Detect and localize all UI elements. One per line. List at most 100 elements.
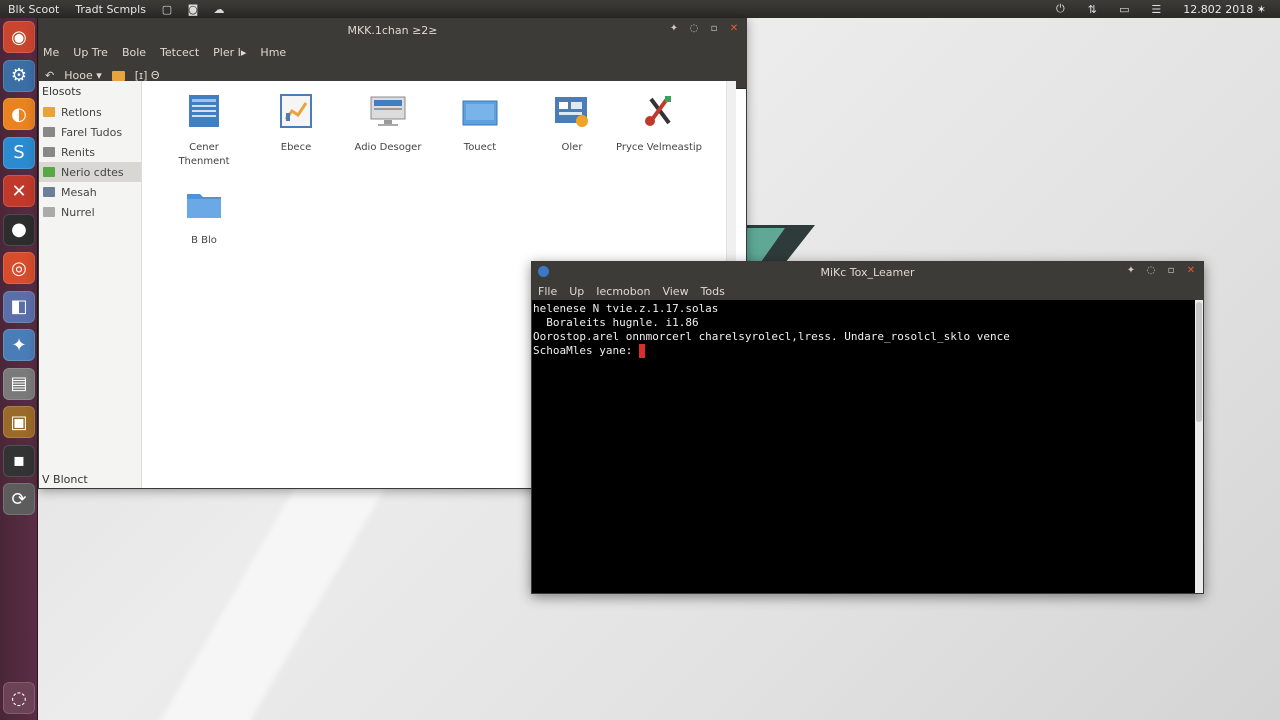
file-item[interactable]: Ebece: [251, 93, 341, 155]
keyboard-icon[interactable]: ▭: [1117, 2, 1131, 16]
cloud-icon[interactable]: ☁: [212, 2, 226, 16]
launcher-trash-icon[interactable]: ◌: [3, 682, 35, 714]
terminal-titlebar[interactable]: MiKc Tox_Leamer ✦ ◌ ▫ ✕: [532, 262, 1203, 282]
terminal-menu-item[interactable]: Flle: [538, 285, 557, 298]
file-item-label: B Blo: [191, 235, 217, 246]
terminal-scrollbar-thumb[interactable]: [1196, 302, 1202, 422]
document-icon: [43, 147, 55, 157]
settings-icon[interactable]: ☰: [1149, 2, 1163, 16]
file-manager-menubar: Me Up Tre Bole Tetcect Pler I▸ Hme: [39, 41, 746, 63]
document-icon: [43, 127, 55, 137]
sidebar-item-label: Nurrel: [61, 205, 95, 219]
terminal-scrollbar[interactable]: [1195, 300, 1203, 593]
launcher-chrome-icon[interactable]: ◎: [3, 252, 35, 284]
sidebar-header: Elosots: [42, 85, 82, 98]
folder-icon[interactable]: [111, 70, 125, 81]
sidebar-footer[interactable]: V Blonct: [42, 473, 88, 486]
file-item[interactable]: Pryce Velmeastip: [604, 93, 714, 155]
sidebar-item[interactable]: Nurrel: [39, 202, 141, 222]
launcher-drive-icon[interactable]: ▤: [3, 367, 35, 400]
document-icon: [186, 93, 222, 129]
sidebar-item-label: Mesah: [61, 185, 97, 199]
file-item-label: Pryce Velmeastip: [616, 142, 702, 153]
sidebar-item-label: Retlons: [61, 105, 102, 119]
terminal-app-icon: [538, 266, 549, 277]
fm-menu-item[interactable]: Bole: [122, 46, 146, 59]
maximize-icon[interactable]: ▫: [708, 23, 720, 35]
terminal-menu-item[interactable]: View: [662, 285, 688, 298]
terminal-menu-item[interactable]: Tods: [701, 285, 725, 298]
sidebar-item[interactable]: Renits: [39, 142, 141, 162]
terminal-cursor: [638, 344, 645, 358]
folder-icon[interactable]: ▢: [160, 2, 174, 16]
file-manager-sidebar: Elosots Retlons Farel Tudos Renits Nerio…: [39, 81, 142, 488]
terminal-prompt: SchoaMles yane:: [533, 344, 639, 357]
close-icon[interactable]: ✕: [1185, 265, 1197, 277]
chart-doc-icon: [278, 93, 314, 129]
launcher-firefox-icon[interactable]: ◐: [3, 98, 35, 130]
launcher-dash-icon[interactable]: ◉: [3, 21, 35, 53]
pin-icon[interactable]: ✦: [668, 23, 680, 35]
launcher-terminal-icon[interactable]: S: [3, 136, 35, 169]
file-item[interactable]: Adio Desoger: [343, 93, 433, 155]
maximize-icon[interactable]: ▫: [1165, 265, 1177, 277]
top-panel-app-name[interactable]: Blk Scoot: [0, 3, 67, 16]
file-item[interactable]: B Blo: [159, 186, 249, 248]
top-panel: Blk Scoot Tradt Scmpls ▢ ◙ ☁ ⏻ ⇅ ▭ ☰ 12.…: [0, 0, 1280, 18]
sidebar-item-label: Renits: [61, 145, 95, 159]
launcher-settings-icon[interactable]: ✦: [3, 329, 35, 361]
launcher-calculator-icon[interactable]: ▪: [3, 444, 35, 477]
launcher-archive-icon[interactable]: ▣: [3, 406, 35, 438]
sidebar-item[interactable]: Retlons: [39, 102, 141, 122]
file-item[interactable]: Cener Thenment: [159, 93, 249, 169]
tools-icon: [641, 93, 677, 129]
file-item-label: Adio Desoger: [354, 142, 422, 153]
minimize-icon[interactable]: ◌: [1145, 265, 1157, 277]
pin-icon[interactable]: ✦: [1125, 265, 1137, 277]
check-icon: [43, 167, 55, 177]
terminal-title: MiKc Tox_Leamer: [820, 265, 915, 279]
launcher: ◉ ⚙ ◐ S ✕ ● ◎ ◧ ✦ ▤ ▣ ▪ ⟳ ◌: [0, 18, 38, 720]
terminal-line: helenese N tvie.z.1.17.solas: [533, 302, 719, 315]
folder-icon: [186, 186, 222, 222]
launcher-people-icon[interactable]: ◧: [3, 290, 35, 323]
fm-menu-item[interactable]: Pler I▸: [213, 46, 246, 59]
file-item[interactable]: Touect: [435, 93, 525, 155]
launcher-update-icon[interactable]: ⟳: [3, 483, 35, 515]
launcher-files-icon[interactable]: ⚙: [3, 59, 35, 92]
fm-menu-item[interactable]: Hme: [260, 46, 286, 59]
power-icon[interactable]: ⏻: [1053, 2, 1067, 16]
close-icon[interactable]: ✕: [728, 23, 740, 35]
fm-menu-item[interactable]: Tetcect: [160, 46, 199, 59]
top-panel-menu[interactable]: Tradt Scmpls: [67, 3, 154, 16]
fm-menu-item[interactable]: Me: [43, 46, 59, 59]
file-item-label: Ebece: [280, 142, 312, 153]
file-item-label: Cener Thenment: [178, 142, 230, 167]
sidebar-item[interactable]: Farel Tudos: [39, 122, 141, 142]
file-manager-titlebar[interactable]: MKK.1chan ≥2≥ ✦ ◌ ▫ ✕: [39, 19, 746, 41]
sidebar-item-selected[interactable]: Nerio cdtes: [39, 162, 141, 182]
monitor-icon: [370, 93, 406, 129]
fm-menu-item[interactable]: Up Tre: [73, 46, 108, 59]
launcher-tools-icon[interactable]: ✕: [3, 175, 35, 207]
clock[interactable]: 12.802 2018 ✶: [1175, 3, 1274, 16]
minimize-icon[interactable]: ◌: [688, 23, 700, 35]
wallpaper-streak: [154, 470, 396, 720]
network-icon[interactable]: ⇅: [1085, 2, 1099, 16]
sidebar-item-label: Farel Tudos: [61, 125, 123, 139]
file-item-label: Touect: [463, 142, 497, 153]
launcher-media-icon[interactable]: ●: [3, 213, 35, 246]
terminal-prompt-line[interactable]: SchoaMles yane:: [533, 344, 1194, 358]
terminal-menu-item[interactable]: Up: [569, 285, 584, 298]
folder-blue-icon: [462, 93, 498, 129]
image-app-icon: [554, 93, 590, 129]
terminal-menu-item[interactable]: Iecmobon: [596, 285, 650, 298]
terminal-line: Oorostop.arel onnmorcerl charelsyrolecl,…: [533, 330, 1010, 343]
file-manager-title: MKK.1chan ≥2≥: [347, 23, 438, 37]
sidebar-item[interactable]: Mesah: [39, 182, 141, 202]
camera-icon[interactable]: ◙: [186, 2, 200, 16]
sidebar-item-label: Nerio cdtes: [61, 165, 124, 179]
terminal-output[interactable]: helenese N tvie.z.1.17.solas Boraleits h…: [532, 300, 1195, 593]
terminal-window: MiKc Tox_Leamer ✦ ◌ ▫ ✕ Flle Up Iecmobon…: [531, 261, 1204, 594]
terminal-line: Boraleits hugnle. i1.86: [533, 316, 699, 329]
